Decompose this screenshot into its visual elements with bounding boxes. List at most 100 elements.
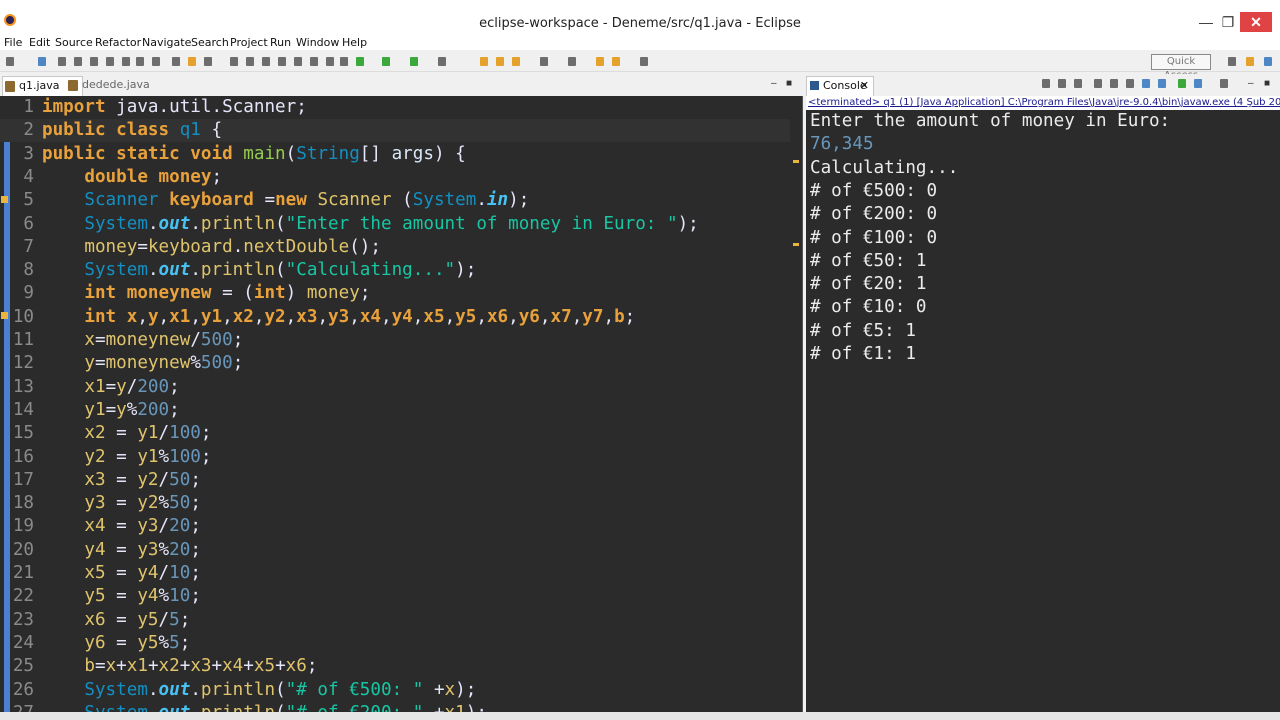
resume-icon[interactable] — [58, 57, 66, 66]
menu-navigate[interactable]: Navigate — [142, 36, 191, 49]
menu-window[interactable]: Window — [296, 36, 339, 49]
scroll-lock-icon[interactable] — [1110, 79, 1118, 88]
code-line[interactable]: 23 x6 = y5/5; — [0, 609, 790, 632]
console-output[interactable]: Enter the amount of money in Euro: 76,345… — [806, 110, 1280, 712]
minimize-button[interactable]: — — [1196, 12, 1216, 32]
external-tools-icon[interactable] — [310, 57, 318, 66]
code-line[interactable]: 3 public static void main(String[] args) … — [0, 143, 790, 166]
maximize-button[interactable]: ❐ — [1218, 12, 1238, 32]
search-icon[interactable] — [568, 57, 576, 66]
code-line[interactable]: 20 y4 = y3%20; — [0, 539, 790, 562]
menu-refactor[interactable]: Refactor — [95, 36, 141, 49]
code-line[interactable]: 11 x=moneynew/500; — [0, 329, 790, 352]
disconnect-icon[interactable] — [106, 57, 114, 66]
menu-search[interactable]: Search — [191, 36, 229, 49]
toggle-mark-icon[interactable] — [262, 57, 270, 66]
java-perspective-icon[interactable] — [1246, 57, 1254, 66]
save-icon[interactable] — [204, 57, 212, 66]
code-line[interactable]: 24 y6 = y5%5; — [0, 632, 790, 655]
code-line[interactable]: 6 System.out.println("Enter the amount o… — [0, 213, 790, 236]
new-java-project-icon[interactable] — [480, 57, 488, 66]
open-console-icon[interactable] — [1220, 79, 1228, 88]
code-line[interactable]: 25 b=x+x1+x2+x3+x4+x5+x6; — [0, 655, 790, 678]
code-line[interactable]: 27 System.out.println("# of €200: " +x1)… — [0, 702, 790, 712]
code-line[interactable]: 14 y1=y%200; — [0, 399, 790, 422]
code-line[interactable]: 16 y2 = y1%100; — [0, 446, 790, 469]
code-line[interactable]: 12 y=moneynew%500; — [0, 352, 790, 375]
menu-help[interactable]: Help — [342, 36, 367, 49]
code-line[interactable]: 1 import java.util.Scanner; — [0, 96, 790, 119]
menu-edit[interactable]: Edit — [29, 36, 50, 49]
debug-run-icon[interactable] — [356, 57, 364, 66]
forward-icon[interactable] — [640, 57, 648, 66]
step-into-icon[interactable] — [122, 57, 130, 66]
console-minimize-icon[interactable]: ‒ — [1248, 78, 1254, 89]
debug-perspective-icon[interactable] — [1264, 57, 1272, 66]
code-line[interactable]: 5 Scanner keyboard =new Scanner (System.… — [0, 189, 790, 212]
terminate-console-icon[interactable] — [1042, 79, 1050, 88]
suspend-icon[interactable] — [74, 57, 82, 66]
menu-run[interactable]: Run — [270, 36, 291, 49]
new-package-icon[interactable] — [496, 57, 504, 66]
menu-file[interactable]: File — [4, 36, 22, 49]
code-line[interactable]: 10 int x,y,x1,y1,x2,y2,x3,y3,x4,y4,x5,y5… — [0, 306, 790, 329]
run-icon[interactable] — [382, 57, 390, 66]
overview-warning-mark[interactable] — [793, 243, 799, 246]
code-line[interactable]: 9 int moneynew = (int) money; — [0, 282, 790, 305]
remove-launch-icon[interactable] — [1058, 79, 1066, 88]
step-return-icon[interactable] — [152, 57, 160, 66]
open-task-icon[interactable] — [540, 57, 548, 66]
step-over-icon[interactable] — [136, 57, 144, 66]
clear-console-icon[interactable] — [1094, 79, 1102, 88]
show-on-stderr-icon[interactable] — [1158, 79, 1166, 88]
code-line[interactable]: 21 x5 = y4/10; — [0, 562, 790, 585]
next-annotation-icon[interactable] — [596, 57, 604, 66]
close-button[interactable]: ✕ — [1240, 12, 1272, 32]
new-class-icon[interactable] — [512, 57, 520, 66]
editor-maximize-icon[interactable]: ■ — [786, 78, 792, 89]
code-line[interactable]: 8 System.out.println("Calculating..."); — [0, 259, 790, 282]
tab-close-icon[interactable]: ✕ — [860, 77, 869, 95]
code-line[interactable]: 22 y5 = y4%10; — [0, 585, 790, 608]
show-whitespace-icon[interactable] — [294, 57, 302, 66]
menu-project[interactable]: Project — [230, 36, 268, 49]
word-wrap-icon[interactable] — [1126, 79, 1134, 88]
debug-icon[interactable] — [6, 57, 14, 66]
terminate-icon[interactable] — [90, 57, 98, 66]
open-perspective-icon[interactable] — [1228, 57, 1236, 66]
code-line[interactable]: 2 public class q1 { — [0, 119, 790, 143]
code-line[interactable]: 18 y3 = y2%50; — [0, 492, 790, 515]
toggle-whitespace-icon[interactable] — [278, 57, 286, 66]
display-console-icon[interactable] — [1194, 79, 1202, 88]
open-type-icon[interactable] — [188, 57, 196, 66]
skip-breakpoints-icon[interactable] — [38, 57, 46, 66]
bottom-scrollbar[interactable] — [0, 712, 1280, 720]
print-icon[interactable] — [230, 57, 238, 66]
new-icon[interactable] — [172, 57, 180, 66]
toggle-breakpoint-icon[interactable] — [340, 57, 348, 66]
overview-warning-mark[interactable] — [793, 160, 799, 163]
back-icon[interactable] — [612, 57, 620, 66]
editor-minimize-icon[interactable]: ‒ — [771, 78, 777, 89]
pin-console-icon[interactable] — [1178, 79, 1186, 88]
tab-dedede-java[interactable]: dedede.java — [66, 76, 150, 96]
code-line[interactable]: 26 System.out.println("# of €500: " +x); — [0, 679, 790, 702]
code-line[interactable]: 15 x2 = y1/100; — [0, 422, 790, 445]
show-on-stdout-icon[interactable] — [1142, 79, 1150, 88]
code-line[interactable]: 19 x4 = y3/20; — [0, 515, 790, 538]
code-line[interactable]: 13 x1=y/200; — [0, 376, 790, 399]
code-editor[interactable]: 1 import java.util.Scanner; 2 public class … — [0, 96, 803, 712]
tab-console[interactable]: Console ✕ — [806, 76, 874, 96]
code-line[interactable]: 7 money=keyboard.nextDouble(); — [0, 236, 790, 259]
external-run-icon[interactable] — [438, 57, 446, 66]
toggle-block-icon[interactable] — [246, 57, 254, 66]
menu-source[interactable]: Source — [55, 36, 93, 49]
remove-all-launches-icon[interactable] — [1074, 79, 1082, 88]
run-last-icon[interactable] — [410, 57, 418, 66]
editor-overview-ruler[interactable] — [790, 96, 802, 712]
code-line[interactable]: 17 x3 = y2/50; — [0, 469, 790, 492]
coverage-icon[interactable] — [326, 57, 334, 66]
code-line[interactable]: 4 double money; — [0, 166, 790, 189]
quick-access-input[interactable]: Quick Access — [1151, 54, 1211, 81]
console-maximize-icon[interactable]: ■ — [1264, 78, 1270, 89]
